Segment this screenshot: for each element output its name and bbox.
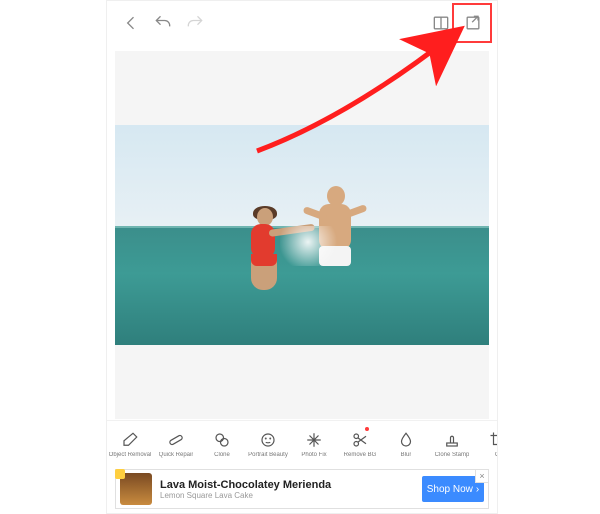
- tool-label: Object Removal: [109, 452, 152, 458]
- export-icon: [463, 13, 483, 33]
- scissors-icon: [350, 430, 370, 450]
- ad-title: Lava Moist-Chocolatey Merienda: [160, 479, 414, 491]
- tool-photo-fix[interactable]: Photo Fix: [291, 421, 337, 467]
- redo-button[interactable]: [179, 7, 211, 39]
- tool-label: Remove BG: [344, 452, 377, 458]
- export-button[interactable]: [457, 7, 489, 39]
- tool-label: Clone Stamp: [435, 452, 470, 458]
- tool-clone[interactable]: Clone: [199, 421, 245, 467]
- ad-text: Lava Moist-Chocolatey Merienda Lemon Squ…: [152, 479, 422, 500]
- stamp-icon: [442, 430, 462, 450]
- ad-subtitle: Lemon Square Lava Cake: [160, 491, 414, 500]
- new-dot-icon: [365, 427, 369, 431]
- ad-badge-icon: [115, 469, 125, 479]
- canvas[interactable]: [115, 51, 489, 419]
- bandage-icon: [166, 430, 186, 450]
- undo-button[interactable]: [147, 7, 179, 39]
- ad-banner[interactable]: Lava Moist-Chocolatey Merienda Lemon Squ…: [115, 469, 489, 509]
- redo-icon: [185, 13, 205, 33]
- tool-clone-stamp[interactable]: Clone Stamp: [429, 421, 475, 467]
- chevron-left-icon: [121, 13, 141, 33]
- compare-button[interactable]: [425, 7, 457, 39]
- ad-close-button[interactable]: ×: [475, 469, 489, 483]
- tool-label: Portrait Beauty: [248, 452, 288, 458]
- crop-icon: [488, 430, 497, 450]
- clone-icon: [212, 430, 232, 450]
- tool-label: Blur: [401, 452, 412, 458]
- bottom-tool-strip[interactable]: Object Removal Quick Repair Clone Portra…: [107, 420, 497, 467]
- blur-icon: [396, 430, 416, 450]
- compare-icon: [431, 13, 451, 33]
- photo-editor-app: Object Removal Quick Repair Clone Portra…: [106, 0, 498, 514]
- eraser-icon: [120, 430, 140, 450]
- chevron-right-icon: ›: [476, 484, 479, 495]
- tool-label: Photo Fix: [301, 452, 326, 458]
- back-button[interactable]: [115, 7, 147, 39]
- tool-crop[interactable]: Cr: [475, 421, 497, 467]
- top-toolbar: [107, 1, 497, 45]
- photo-sky: [115, 125, 489, 227]
- undo-icon: [153, 13, 173, 33]
- tool-label: Quick Repair: [159, 452, 194, 458]
- tool-object-removal[interactable]: Object Removal: [107, 421, 153, 467]
- photo-splash: [280, 226, 350, 266]
- tool-quick-repair[interactable]: Quick Repair: [153, 421, 199, 467]
- tool-blur[interactable]: Blur: [383, 421, 429, 467]
- face-icon: [258, 430, 278, 450]
- tool-remove-bg[interactable]: Remove BG: [337, 421, 383, 467]
- tool-portrait-beauty[interactable]: Portrait Beauty: [245, 421, 291, 467]
- photo: [115, 125, 489, 346]
- tool-label: Clone: [214, 452, 230, 458]
- tool-label: Cr: [495, 452, 497, 458]
- ad-cta-label: Shop Now: [427, 484, 473, 495]
- sparkle-icon: [304, 430, 324, 450]
